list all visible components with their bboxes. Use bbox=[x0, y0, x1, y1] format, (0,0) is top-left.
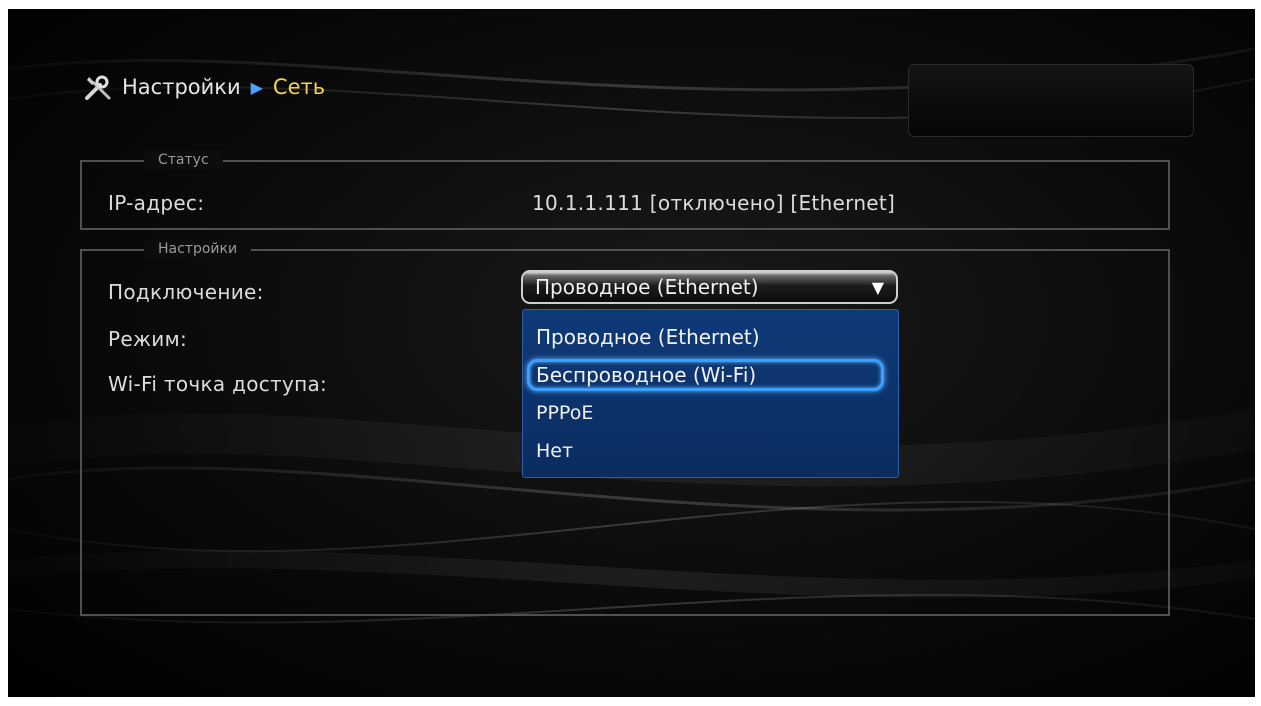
dropdown-option-wifi[interactable]: Беспроводное (Wi-Fi) bbox=[523, 356, 898, 394]
wifi-access-point-label: Wi-Fi точка доступа: bbox=[108, 372, 328, 396]
connection-select-value: Проводное (Ethernet) bbox=[535, 275, 759, 299]
triangle-down-icon: ▼ bbox=[871, 277, 884, 297]
connection-dropdown-list: Проводное (Ethernet) Беспроводное (Wi-Fi… bbox=[522, 309, 899, 478]
breadcrumb: Настройки ▶ Сеть bbox=[82, 70, 325, 104]
dropdown-option-none[interactable]: Нет bbox=[523, 432, 898, 470]
mode-label: Режим: bbox=[108, 327, 188, 351]
dropdown-option-pppoe[interactable]: PPPoE bbox=[523, 394, 898, 432]
play-arrow-icon: ▶ bbox=[250, 77, 263, 97]
settings-legend: Настройки bbox=[144, 240, 252, 258]
ip-label: IP-адрес: bbox=[108, 191, 205, 215]
status-legend: Статус bbox=[144, 151, 223, 169]
ip-value: 10.1.1.111 [отключено] [Ethernet] bbox=[532, 191, 896, 215]
breadcrumb-current: Сеть bbox=[272, 75, 326, 99]
connection-label: Подключение: bbox=[108, 280, 264, 304]
breadcrumb-root[interactable]: Настройки bbox=[122, 75, 241, 99]
connection-select[interactable]: Проводное (Ethernet) ▼ bbox=[521, 270, 898, 304]
dropdown-option-ethernet[interactable]: Проводное (Ethernet) bbox=[523, 318, 898, 356]
info-panel bbox=[908, 64, 1194, 137]
tools-icon bbox=[85, 75, 111, 100]
